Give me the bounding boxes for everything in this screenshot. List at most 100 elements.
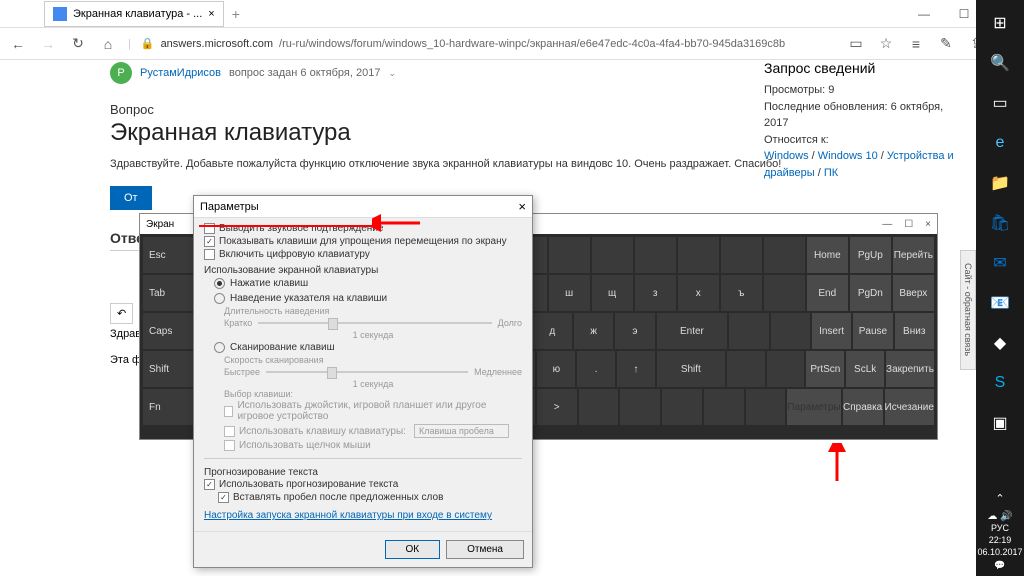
key-blank[interactable]: [635, 237, 676, 273]
link-windows10[interactable]: Windows 10: [818, 150, 878, 162]
key-Shift[interactable]: Shift: [657, 351, 725, 387]
checkbox-show-keys[interactable]: ✓: [204, 236, 215, 247]
notification-icon[interactable]: 💬: [977, 560, 1022, 572]
key-↑[interactable]: ↑: [617, 351, 655, 387]
hub-icon[interactable]: ≡: [906, 34, 926, 54]
key-щ[interactable]: щ: [592, 275, 633, 311]
outlook-icon[interactable]: 📧: [980, 284, 1020, 322]
key-blank[interactable]: [729, 313, 768, 349]
reading-view-icon[interactable]: ▭: [846, 34, 866, 54]
key-Insert[interactable]: Insert: [812, 313, 851, 349]
checkbox-numpad[interactable]: [204, 249, 215, 260]
address-bar[interactable]: 🔒 answers.microsoft.com/ru-ru/windows/fo…: [141, 37, 836, 50]
checkbox-space-after[interactable]: ✓: [218, 492, 229, 503]
search-icon[interactable]: 🔍: [980, 44, 1020, 82]
key-PgUp[interactable]: PgUp: [850, 237, 891, 273]
store-icon[interactable]: 🛍: [980, 204, 1020, 242]
key-blank[interactable]: [771, 313, 810, 349]
minimize-button[interactable]: —: [904, 0, 944, 28]
radio-hover[interactable]: [214, 293, 225, 304]
new-tab-button[interactable]: +: [232, 6, 240, 22]
key-х[interactable]: х: [678, 275, 719, 311]
tray-icons[interactable]: ☁ 🔊: [977, 510, 1022, 523]
clock-date[interactable]: 06.10.2017: [977, 547, 1022, 559]
key-blank[interactable]: [592, 237, 633, 273]
key-blank[interactable]: [721, 237, 762, 273]
lang-indicator[interactable]: РУС: [977, 523, 1022, 535]
explorer-icon[interactable]: 📁: [980, 164, 1020, 202]
key-blank[interactable]: [727, 351, 765, 387]
edge-icon[interactable]: e: [980, 124, 1020, 162]
key-Исчезание[interactable]: Исчезание: [885, 389, 934, 425]
key-ж[interactable]: ж: [574, 313, 613, 349]
radio-scan[interactable]: [214, 342, 225, 353]
key-з[interactable]: з: [635, 275, 676, 311]
checkbox-predict[interactable]: ✓: [204, 479, 215, 490]
key-blank[interactable]: [767, 351, 805, 387]
key-blank[interactable]: [620, 389, 660, 425]
osk-maximize[interactable]: ☐: [904, 219, 913, 230]
tray-chevron[interactable]: ⌃: [977, 492, 1022, 506]
key-д[interactable]: д: [533, 313, 572, 349]
browser-tab[interactable]: Экранная клавиатура - ... ×: [44, 1, 224, 27]
key-Caps[interactable]: Caps: [143, 313, 200, 349]
osk-close[interactable]: ×: [925, 219, 931, 230]
key-э[interactable]: э: [615, 313, 654, 349]
key-Вверх[interactable]: Вверх: [893, 275, 934, 311]
ok-button[interactable]: ОК: [385, 540, 441, 559]
favorite-icon[interactable]: ☆: [876, 34, 896, 54]
reply-button[interactable]: От: [110, 186, 152, 210]
key-blank[interactable]: [764, 275, 805, 311]
task-view-icon[interactable]: ▭: [980, 84, 1020, 122]
skype-icon[interactable]: S: [980, 364, 1020, 402]
key-ю[interactable]: ю: [537, 351, 575, 387]
radio-click[interactable]: [214, 278, 225, 289]
chevron-down-icon[interactable]: ⌄: [388, 68, 396, 79]
clock-time[interactable]: 22:19: [977, 535, 1022, 547]
refresh-button[interactable]: ↻: [68, 34, 88, 54]
key-ш[interactable]: ш: [549, 275, 590, 311]
key-blank[interactable]: [662, 389, 702, 425]
key-ScLk[interactable]: ScLk: [846, 351, 884, 387]
key-blank[interactable]: [704, 389, 744, 425]
cancel-button[interactable]: Отмена: [446, 540, 524, 559]
key-Справка[interactable]: Справка: [843, 389, 883, 425]
forward-button[interactable]: →: [38, 34, 58, 54]
app-icon-2[interactable]: ▣: [980, 404, 1020, 442]
start-button[interactable]: ⊞: [980, 4, 1020, 42]
checkbox-kbkey: [224, 426, 235, 437]
tab-close-icon[interactable]: ×: [208, 8, 214, 20]
app-icon[interactable]: ◆: [980, 324, 1020, 362]
key-blank[interactable]: [579, 389, 619, 425]
dialog-close-button[interactable]: ×: [518, 199, 526, 214]
author-link[interactable]: РустамИдрисов: [140, 67, 221, 79]
dialog-titlebar[interactable]: Параметры ×: [194, 196, 532, 218]
key-Enter[interactable]: Enter: [657, 313, 728, 349]
startup-link[interactable]: Настройка запуска экранной клавиатуры пр…: [204, 510, 492, 521]
back-button[interactable]: ←: [8, 34, 28, 54]
key-blank[interactable]: [678, 237, 719, 273]
osk-minimize[interactable]: —: [882, 219, 892, 230]
key-blank[interactable]: [746, 389, 786, 425]
home-button[interactable]: ⌂: [98, 34, 118, 54]
link-windows[interactable]: Windows: [764, 150, 809, 162]
link-pc[interactable]: ПК: [824, 167, 838, 179]
key-Закрепить[interactable]: Закрепить: [886, 351, 934, 387]
key-End[interactable]: End: [807, 275, 848, 311]
key-PrtScn[interactable]: PrtScn: [806, 351, 844, 387]
mail-icon[interactable]: ✉: [980, 244, 1020, 282]
key-Вниз[interactable]: Вниз: [895, 313, 934, 349]
key->[interactable]: >: [537, 389, 577, 425]
key-.[interactable]: .: [577, 351, 615, 387]
key-blank[interactable]: [549, 237, 590, 273]
key-Pause[interactable]: Pause: [853, 313, 892, 349]
undo-button[interactable]: ↶: [110, 303, 133, 324]
key-ъ[interactable]: ъ: [721, 275, 762, 311]
key-Перейть[interactable]: Перейть: [893, 237, 934, 273]
key-PgDn[interactable]: PgDn: [850, 275, 891, 311]
notes-icon[interactable]: ✎: [936, 34, 956, 54]
key-Home[interactable]: Home: [807, 237, 848, 273]
key-Параметры[interactable]: Параметры: [787, 389, 840, 425]
key-blank[interactable]: [764, 237, 805, 273]
feedback-tab[interactable]: Сайт - обратная связь: [960, 250, 976, 370]
